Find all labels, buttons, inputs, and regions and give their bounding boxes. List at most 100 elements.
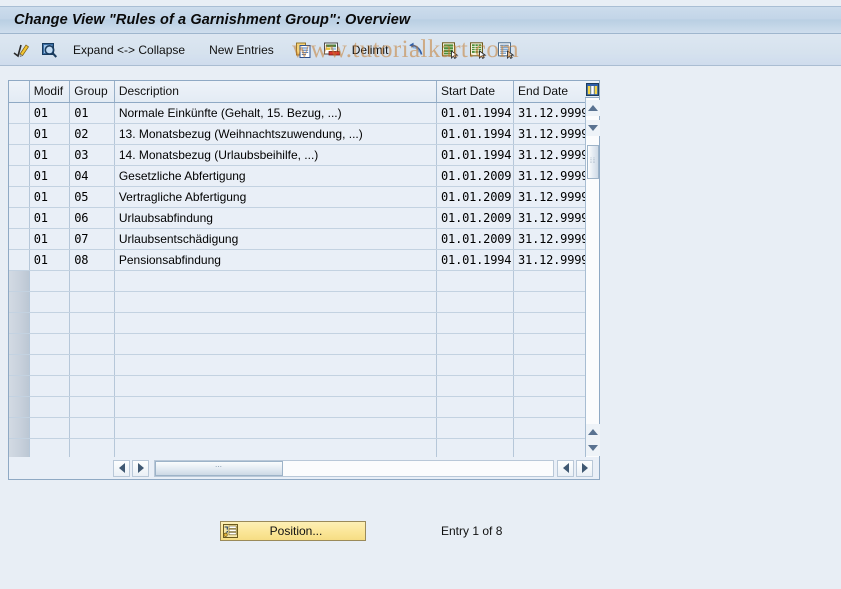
cell-start_date[interactable]: 01.01.2009 <box>436 186 515 208</box>
cell-modif[interactable] <box>29 354 71 376</box>
cell-group[interactable]: 01 <box>69 102 115 124</box>
scroll-page-down-button[interactable] <box>586 440 600 456</box>
cell-group[interactable]: 02 <box>69 123 115 145</box>
cell-modif[interactable]: 01 <box>29 186 71 208</box>
cell-description[interactable]: Urlaubsabfindung <box>114 207 438 229</box>
cell-group[interactable] <box>69 417 115 439</box>
check-pencil-button[interactable] <box>10 39 32 61</box>
cell-end_date[interactable] <box>513 375 587 397</box>
row-select-cell[interactable] <box>9 333 30 355</box>
copy-as-button[interactable] <box>293 39 315 61</box>
undo-button[interactable] <box>405 39 427 61</box>
row-select-cell[interactable] <box>9 228 30 250</box>
cell-description[interactable] <box>114 312 438 334</box>
cell-end_date[interactable]: 31.12.9999 <box>513 165 587 187</box>
table-empty-row[interactable] <box>9 291 587 313</box>
cell-group[interactable] <box>69 312 115 334</box>
cell-start_date[interactable] <box>436 291 515 313</box>
cell-description[interactable] <box>114 438 438 458</box>
cell-description[interactable]: Vertragliche Abfertigung <box>114 186 438 208</box>
row-select-cell[interactable] <box>9 123 30 145</box>
row-select-cell[interactable] <box>9 102 30 124</box>
row-select-cell[interactable] <box>9 396 30 418</box>
cell-description[interactable] <box>114 333 438 355</box>
cell-description[interactable] <box>114 291 438 313</box>
cell-end_date[interactable] <box>513 291 587 313</box>
position-button[interactable]: Position... <box>220 521 366 541</box>
cell-start_date[interactable]: 01.01.1994 <box>436 249 515 271</box>
cell-description[interactable]: Normale Einkünfte (Gehalt, 15. Bezug, ..… <box>114 102 438 124</box>
horizontal-scroll-thumb[interactable]: ⋯ <box>155 460 283 476</box>
cell-group[interactable] <box>69 354 115 376</box>
row-select-cell[interactable] <box>9 291 30 313</box>
row-select-cell[interactable] <box>9 165 30 187</box>
cell-start_date[interactable] <box>436 333 515 355</box>
column-header-end-date[interactable]: End Date <box>513 81 587 103</box>
cell-end_date[interactable] <box>513 312 587 334</box>
cell-start_date[interactable] <box>436 396 515 418</box>
cell-description[interactable]: Gesetzliche Abfertigung <box>114 165 438 187</box>
row-select-cell[interactable] <box>9 249 30 271</box>
table-row[interactable]: 01 08 Pensionsabfindung 01.01.1994 31.12.999… <box>9 249 587 271</box>
table-empty-row[interactable] <box>9 375 587 397</box>
row-select-cell[interactable] <box>9 270 30 292</box>
cell-end_date[interactable]: 31.12.9999 <box>513 207 587 229</box>
row-select-cell[interactable] <box>9 207 30 229</box>
scroll-up-button[interactable] <box>586 100 600 116</box>
cell-description[interactable] <box>114 270 438 292</box>
cell-end_date[interactable] <box>513 333 587 355</box>
expand-collapse-button[interactable]: Expand <-> Collapse <box>66 39 192 61</box>
cell-modif[interactable] <box>29 270 71 292</box>
cell-description[interactable]: Urlaubsentschädigung <box>114 228 438 250</box>
cell-group[interactable] <box>69 396 115 418</box>
cell-start_date[interactable]: 01.01.2009 <box>436 228 515 250</box>
hscroll-left-button[interactable] <box>113 459 130 477</box>
cell-end_date[interactable]: 31.12.9999 <box>513 228 587 250</box>
cell-modif[interactable] <box>29 291 71 313</box>
cell-group[interactable]: 05 <box>69 186 115 208</box>
cell-start_date[interactable]: 01.01.1994 <box>436 123 515 145</box>
row-select-cell[interactable] <box>9 438 30 458</box>
cell-start_date[interactable] <box>436 354 515 376</box>
cell-end_date[interactable] <box>513 270 587 292</box>
cell-description[interactable] <box>114 417 438 439</box>
cell-group[interactable] <box>69 270 115 292</box>
cell-modif[interactable]: 01 <box>29 249 71 271</box>
cell-group[interactable]: 03 <box>69 144 115 166</box>
cell-modif[interactable]: 01 <box>29 123 71 145</box>
row-select-cell[interactable] <box>9 354 30 376</box>
cell-end_date[interactable]: 31.12.9999 <box>513 123 587 145</box>
column-header-start-date[interactable]: Start Date <box>436 81 515 103</box>
cell-end_date[interactable]: 31.12.9999 <box>513 186 587 208</box>
cell-group[interactable] <box>69 333 115 355</box>
cell-start_date[interactable] <box>436 438 515 458</box>
table-row[interactable]: 01 02 13. Monatsbezug (Weihnachtszuwendung… <box>9 123 587 145</box>
hscroll-right-button[interactable] <box>132 459 149 477</box>
table-row[interactable]: 01 05 Vertragliche Abfertigung 01.01.2009 31… <box>9 186 587 208</box>
table-row[interactable]: 01 03 14. Monatsbezug (Urlaubsbeihilfe, ..… <box>9 144 587 166</box>
column-header-modif[interactable]: Modif <box>29 81 71 103</box>
scroll-down-button[interactable] <box>586 120 600 136</box>
table-empty-row[interactable] <box>9 333 587 355</box>
select-block-button[interactable] <box>467 39 489 61</box>
vertical-scroll-thumb[interactable]: ⁞⁞ <box>587 145 599 179</box>
select-all-column-header[interactable] <box>9 81 30 103</box>
delete-button[interactable] <box>321 39 343 61</box>
scroll-page-up-button[interactable] <box>586 424 600 440</box>
horizontal-scroll-track[interactable]: ⋯ <box>154 459 554 477</box>
row-select-cell[interactable] <box>9 375 30 397</box>
cell-end_date[interactable]: 31.12.9999 <box>513 144 587 166</box>
hscroll-page-left-button[interactable] <box>557 459 574 477</box>
table-row[interactable]: 01 04 Gesetzliche Abfertigung 01.01.2009 31.… <box>9 165 587 187</box>
cell-description[interactable] <box>114 354 438 376</box>
table-row[interactable]: 01 01 Normale Einkünfte (Gehalt, 15. Bezug… <box>9 102 587 124</box>
cell-description[interactable]: 13. Monatsbezug (Weihnachtszuwendung, ..… <box>114 123 438 145</box>
cell-group[interactable] <box>69 375 115 397</box>
cell-description[interactable] <box>114 375 438 397</box>
cell-modif[interactable]: 01 <box>29 228 71 250</box>
cell-description[interactable] <box>114 396 438 418</box>
cell-start_date[interactable] <box>436 312 515 334</box>
cell-description[interactable]: Pensionsabfindung <box>114 249 438 271</box>
cell-modif[interactable]: 01 <box>29 207 71 229</box>
cell-end_date[interactable] <box>513 396 587 418</box>
